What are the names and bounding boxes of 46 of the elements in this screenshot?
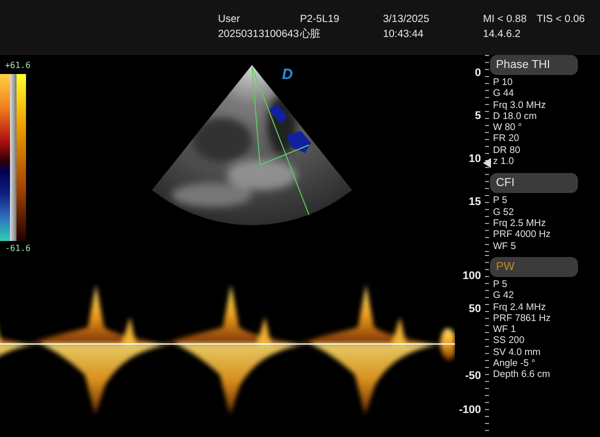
parameter-label: SV 4.0 mm: [492, 346, 542, 358]
parameter-label: z 1.0: [492, 156, 515, 168]
parameter-label: PRF 4000 Hz: [492, 229, 552, 241]
velocity-label: 50: [468, 303, 481, 318]
parameter-label: P 5: [492, 195, 508, 207]
exam-date: 3/13/2025: [383, 13, 430, 27]
parameter-label: Angle -5 °: [492, 358, 536, 370]
thermal-index: TIS < 0.06: [536, 13, 585, 27]
parameter-label: WF 1: [492, 324, 517, 336]
parameter-label: P 10: [492, 77, 514, 88]
focus-marker-icon: [483, 158, 491, 168]
color-scale-max: +61.6: [4, 60, 31, 72]
velocity-label: -100: [458, 404, 481, 418]
color-scale-min: -61.6: [4, 243, 31, 255]
parameter-label: G 52: [492, 206, 515, 218]
parameter-label: Frq 2.4 MHz: [492, 302, 547, 313]
parameter-label: PRF 7861 Hz: [492, 312, 552, 324]
parameter-label: G 44: [492, 88, 515, 100]
parameter-label: W 80 °: [492, 122, 523, 134]
software-version: 14.4.6.2: [483, 28, 522, 42]
patient-id: 20250313100643: [218, 28, 300, 42]
probe-label: P2-5L19: [300, 13, 340, 27]
orientation-mark: D: [282, 66, 293, 83]
preset-label: 心脏: [300, 27, 322, 42]
mode-title[interactable]: PW: [490, 257, 578, 277]
mode-title[interactable]: CFI: [490, 173, 578, 194]
depth-label: 0: [474, 67, 481, 81]
mode-title[interactable]: Phase THI: [490, 55, 578, 75]
depth-label: 10: [468, 153, 481, 167]
parameter-label: Depth 6.6 cm: [492, 369, 552, 381]
velocity-label: -50: [465, 370, 481, 384]
user-label: User: [218, 13, 241, 27]
parameter-label: Frq 2.5 MHz: [492, 218, 547, 230]
parameter-label: D 18.0 cm: [492, 110, 538, 122]
depth-label: 5: [474, 110, 481, 124]
velocity-label: 100: [462, 270, 481, 284]
parameter-label: FR 20: [492, 133, 520, 145]
parameter-label: SS 200: [492, 335, 526, 347]
parameter-label: G 42: [492, 290, 515, 302]
parameter-label: DR 80: [492, 144, 522, 156]
depth-label: 15: [468, 196, 481, 210]
parameter-label: Frq 3.0 MHz: [492, 100, 547, 111]
parameter-label: WF 5: [492, 240, 517, 252]
exam-time: 10:43:44: [383, 28, 424, 42]
mechanical-index: MI < 0.88: [483, 13, 527, 27]
parameter-label: P 5: [492, 279, 508, 290]
